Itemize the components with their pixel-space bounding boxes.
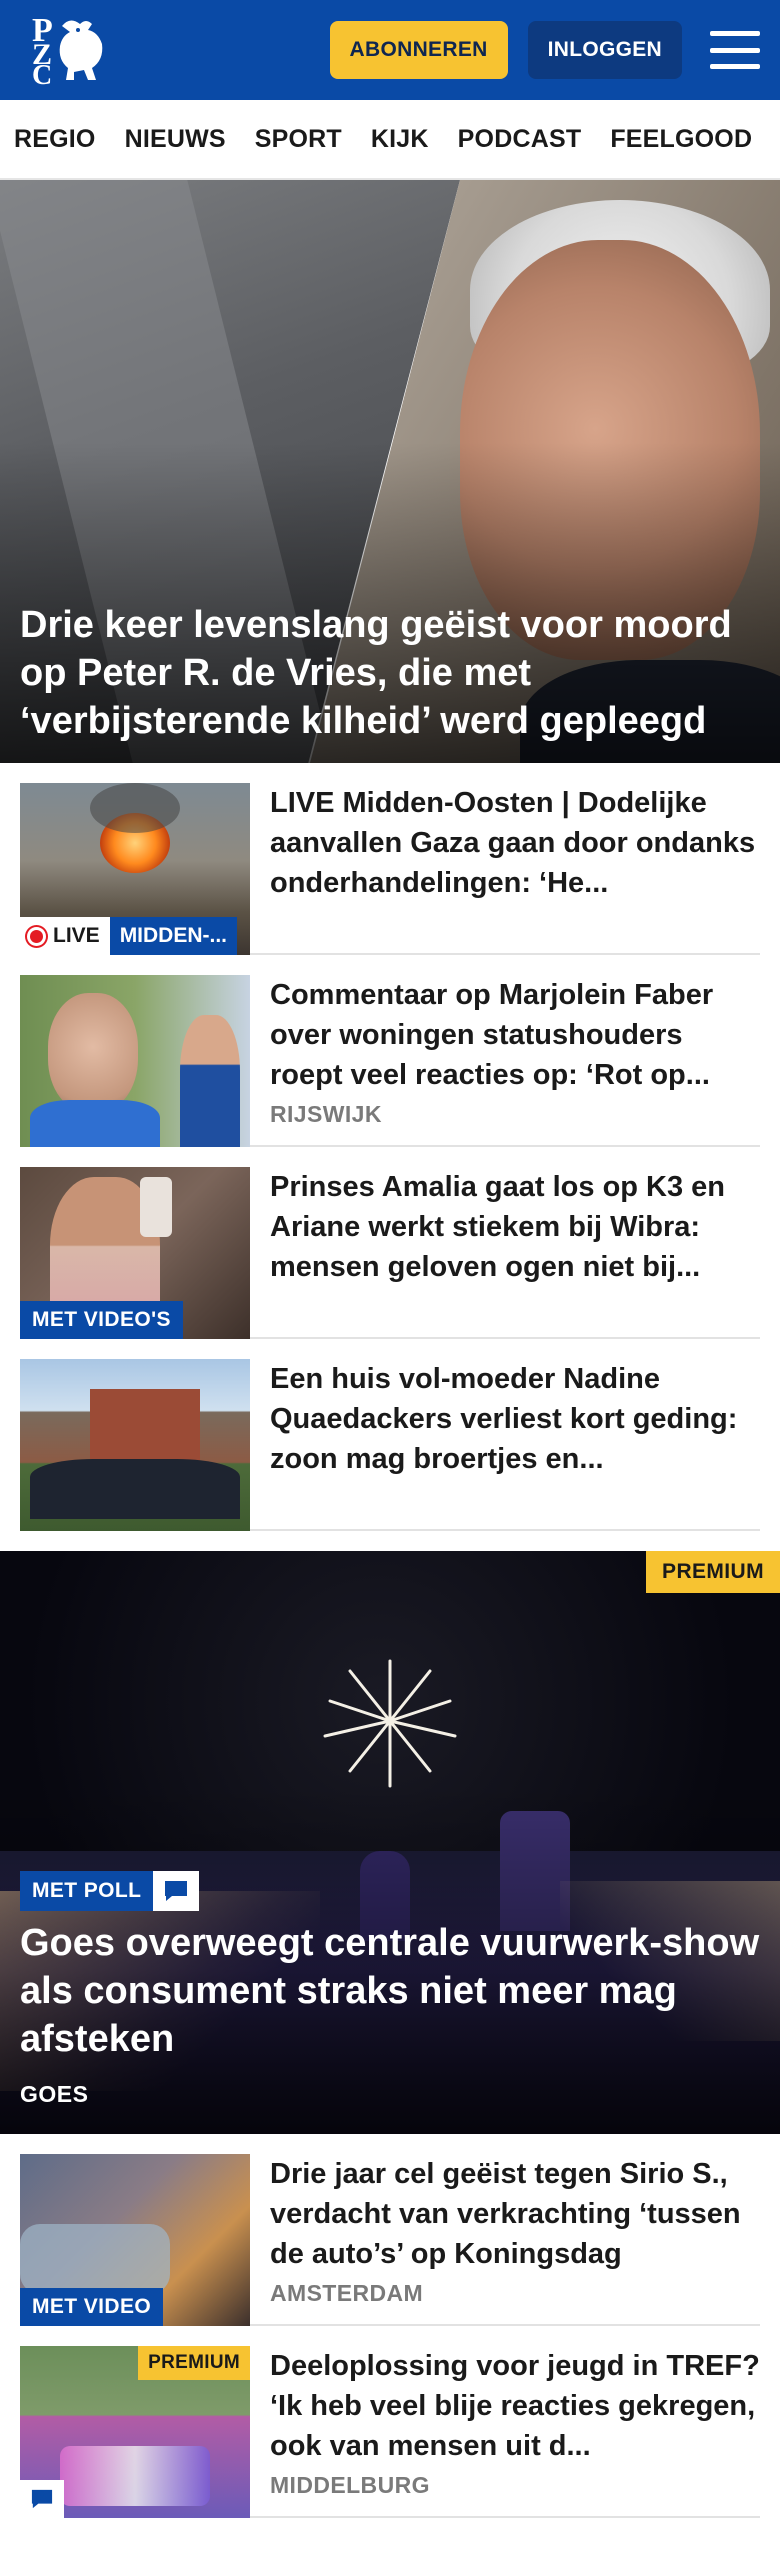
group-shape: [30, 1459, 240, 1519]
subscribe-button[interactable]: ABONNEREN: [329, 21, 508, 79]
article-thumbnail: [20, 975, 250, 1147]
article-title[interactable]: LIVE Midden-Oosten | Dodelijke aanvallen…: [270, 783, 760, 903]
nav-item-nieuws[interactable]: NIEUWS: [125, 125, 226, 154]
nav-item-regio[interactable]: REGIO: [14, 125, 96, 154]
logo-letter-c: C: [32, 60, 53, 91]
phone-shape: [140, 1177, 172, 1237]
video-badge: MET VIDEO: [20, 2288, 164, 2326]
nav-item-podcast[interactable]: PODCAST: [458, 125, 582, 154]
article-location: AMSTERDAM: [270, 2280, 424, 2304]
hamburger-menu-icon[interactable]: [710, 28, 760, 72]
hero-title[interactable]: Drie keer levenslang geëist voor moord o…: [20, 601, 760, 745]
section-nav: REGIO NIEUWS SPORT KIJK PODCAST FEELGOOD…: [0, 100, 780, 180]
live-label: LIVE: [53, 924, 100, 947]
house-shape: [90, 1389, 200, 1469]
article-location: RIJSWIJK: [270, 1101, 382, 1125]
list-item[interactable]: Commentaar op Marjolein Faber over wonin…: [20, 955, 760, 1147]
list-item[interactable]: PREMIUM Deeloplossing voor jeugd in TREF…: [20, 2326, 760, 2518]
list-item[interactable]: MET VIDEO Drie jaar cel geëist tegen Sir…: [20, 2134, 760, 2326]
feature-article[interactable]: PREMIUM MET POLL Goes overweegt centrale…: [0, 1551, 780, 2134]
poll-badge: MET POLL: [20, 1871, 154, 1911]
article-title[interactable]: Een huis vol-moeder Nadine Quaedackers v…: [270, 1359, 760, 1479]
category-badge: MIDDEN-...: [109, 917, 238, 955]
premium-badge: PREMIUM: [646, 1551, 780, 1593]
hero-article[interactable]: Drie keer levenslang geëist voor moord o…: [0, 180, 780, 763]
hamburger-bar: [710, 64, 760, 69]
feature-location: GOES: [20, 2081, 89, 2107]
article-thumbnail: LIVE MIDDEN-...: [20, 783, 250, 955]
premium-badge: PREMIUM: [138, 2346, 250, 2380]
hamburger-bar: [710, 31, 760, 36]
site-header: P Z C ABONNEREN INLOGGEN: [0, 0, 780, 100]
nav-item-kijk[interactable]: KIJK: [371, 125, 429, 154]
article-title[interactable]: Prinses Amalia gaat los op K3 en Ariane …: [270, 1167, 760, 1287]
article-thumbnail: MET VIDEO'S: [20, 1167, 250, 1339]
site-logo[interactable]: P Z C: [28, 10, 108, 90]
video-badge: MET VIDEO'S: [20, 1301, 183, 1339]
login-button[interactable]: INLOGGEN: [527, 21, 682, 79]
article-thumbnail: PREMIUM: [20, 2346, 250, 2518]
article-title[interactable]: Drie jaar cel geëist tegen Sirio S., ver…: [270, 2154, 760, 2274]
live-dot-icon: [30, 929, 43, 943]
car-shape: [20, 2224, 170, 2294]
rooster-logo-icon: [59, 20, 103, 81]
nav-item-sport[interactable]: SPORT: [255, 125, 342, 154]
nav-item-feelgood[interactable]: FEELGOOD: [610, 125, 752, 154]
poll-badge-row: MET POLL: [20, 1871, 200, 1911]
list-item[interactable]: MET VIDEO'S Prinses Amalia gaat los op K…: [20, 1147, 760, 1339]
comment-icon: [153, 1871, 200, 1911]
list-item[interactable]: Een huis vol-moeder Nadine Quaedackers v…: [20, 1339, 760, 1531]
article-thumbnail: [20, 1359, 250, 1531]
hamburger-bar: [710, 47, 760, 53]
article-thumbnail: MET VIDEO: [20, 2154, 250, 2326]
article-title[interactable]: Commentaar op Marjolein Faber over wonin…: [270, 975, 760, 1095]
graffiti-shape: [60, 2446, 210, 2506]
article-list-bottom: MET VIDEO Drie jaar cel geëist tegen Sir…: [0, 2134, 780, 2518]
smoke-shape: [90, 783, 180, 833]
article-title[interactable]: Deeloplossing voor jeugd in TREF? ‘Ik he…: [270, 2346, 760, 2466]
article-list-top: LIVE MIDDEN-... LIVE Midden-Oosten | Dod…: [0, 763, 780, 1531]
live-badge: LIVE MIDDEN-...: [20, 917, 238, 955]
person2-shape: [180, 1015, 240, 1147]
feature-title[interactable]: Goes overweegt centrale vuurwerk-show al…: [20, 1919, 760, 2063]
person-face-shape: [48, 993, 138, 1113]
person-body-shape: [30, 1100, 160, 1147]
list-item[interactable]: LIVE MIDDEN-... LIVE Midden-Oosten | Dod…: [20, 763, 760, 955]
comment-icon: [20, 2480, 64, 2518]
article-location: MIDDELBURG: [270, 2472, 430, 2496]
